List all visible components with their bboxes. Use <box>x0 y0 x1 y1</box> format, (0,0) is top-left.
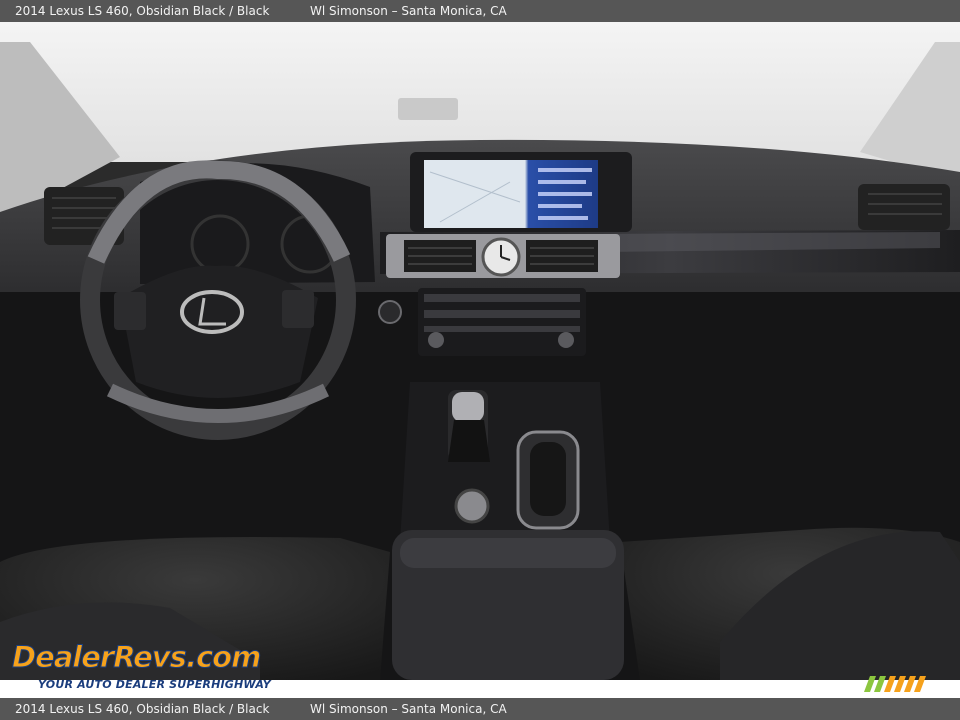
vehicle-caption: 2014 Lexus LS 460, Obsidian Black / Blac… <box>15 4 270 18</box>
caption-bar-bottom: 2014 Lexus LS 460, Obsidian Black / Blac… <box>0 698 960 720</box>
caption-bar-top: 2014 Lexus LS 460, Obsidian Black / Blac… <box>0 0 960 22</box>
dashboard-illustration <box>0 22 960 680</box>
dealer-tagline: YOUR AUTO DEALER SUPERHIGHWAY <box>38 678 271 691</box>
interior-photo <box>0 22 960 680</box>
vehicle-caption-bottom: 2014 Lexus LS 460, Obsidian Black / Blac… <box>15 702 270 716</box>
dealer-watermark: DealerRevs.com YOUR AUTO DEALER SUPERHIG… <box>11 640 272 692</box>
right-control-knob <box>558 332 574 348</box>
dealer-caption: Wl Simonson – Santa Monica, CA <box>310 4 507 18</box>
dealer-caption-bottom: Wl Simonson – Santa Monica, CA <box>310 702 507 716</box>
gear-shift-knob <box>452 392 484 422</box>
rear-view-mirror <box>398 98 458 120</box>
right-spoke-buttons <box>282 290 314 328</box>
start-button <box>378 300 402 324</box>
left-control-knob <box>428 332 444 348</box>
speed-stripes-logo <box>864 676 926 692</box>
drive-mode-dial <box>454 488 490 524</box>
left-spoke-buttons <box>114 292 146 330</box>
dealer-logo-text: DealerRevs.com <box>11 640 261 675</box>
right-air-vent <box>858 184 950 230</box>
